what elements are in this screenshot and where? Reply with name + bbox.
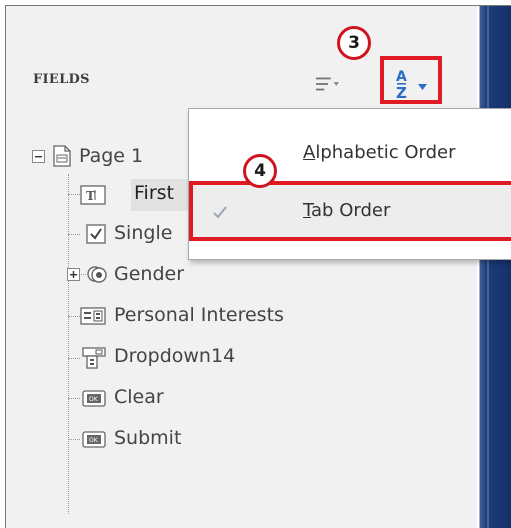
tree-connector (68, 439, 80, 440)
svg-text:OK: OK (89, 396, 99, 403)
tree-item-personal-interests[interactable]: Personal Interests (114, 304, 284, 326)
dropdown-icon (82, 347, 106, 369)
list-box-icon (80, 307, 106, 325)
tree-connector (68, 234, 80, 235)
tree-item-dropdown14[interactable]: Dropdown14 (114, 345, 235, 367)
tree-item-first[interactable]: First (134, 182, 174, 204)
menu-item-label-rest: ab Order (311, 200, 391, 221)
sort-order-menu: Alphabetic Order Tab Order (188, 108, 511, 260)
checkmark-icon (213, 206, 227, 219)
mnemonic-letter: A (303, 142, 316, 163)
tree-connector (68, 398, 80, 399)
tree-connector (68, 194, 80, 195)
expand-icon[interactable] (67, 268, 80, 281)
tree-item-gender[interactable]: Gender (114, 263, 184, 285)
menu-item-label-rest: lphabetic Order (315, 142, 456, 163)
tree-item-single[interactable]: Single (114, 222, 172, 244)
mnemonic-letter: T (303, 200, 312, 221)
button-icon: OK (82, 390, 106, 407)
step-callout-4: 4 (243, 154, 277, 188)
tree-item-submit[interactable]: Submit (114, 427, 181, 449)
menu-item-label: Tab Order (303, 200, 390, 221)
fields-tree: Page 1 T First Single Gender Personal In… (6, 6, 486, 528)
collapse-icon[interactable] (32, 150, 45, 163)
tree-connector (68, 316, 80, 317)
svg-text:T: T (86, 189, 95, 203)
menu-item-tab-order[interactable]: Tab Order (189, 181, 511, 241)
step-callout-3: 3 (337, 26, 371, 60)
fields-panel: FIELDS A Z Page 1 T First Single Gender … (5, 5, 511, 528)
tree-item-clear[interactable]: Clear (114, 386, 164, 408)
page-icon (53, 145, 71, 167)
text-field-icon: T (80, 185, 106, 205)
radio-group-icon (87, 266, 107, 283)
tree-connector (68, 174, 69, 514)
annotation-highlight-box: Tab Order (189, 181, 511, 241)
button-icon: OK (82, 431, 106, 448)
tree-connector (68, 358, 80, 359)
menu-item-label: Alphabetic Order (303, 142, 456, 163)
checkbox-icon (86, 224, 106, 244)
page-node-label[interactable]: Page 1 (79, 145, 143, 167)
menu-item-alphabetic-order[interactable]: Alphabetic Order (189, 130, 511, 174)
svg-text:OK: OK (89, 437, 99, 444)
